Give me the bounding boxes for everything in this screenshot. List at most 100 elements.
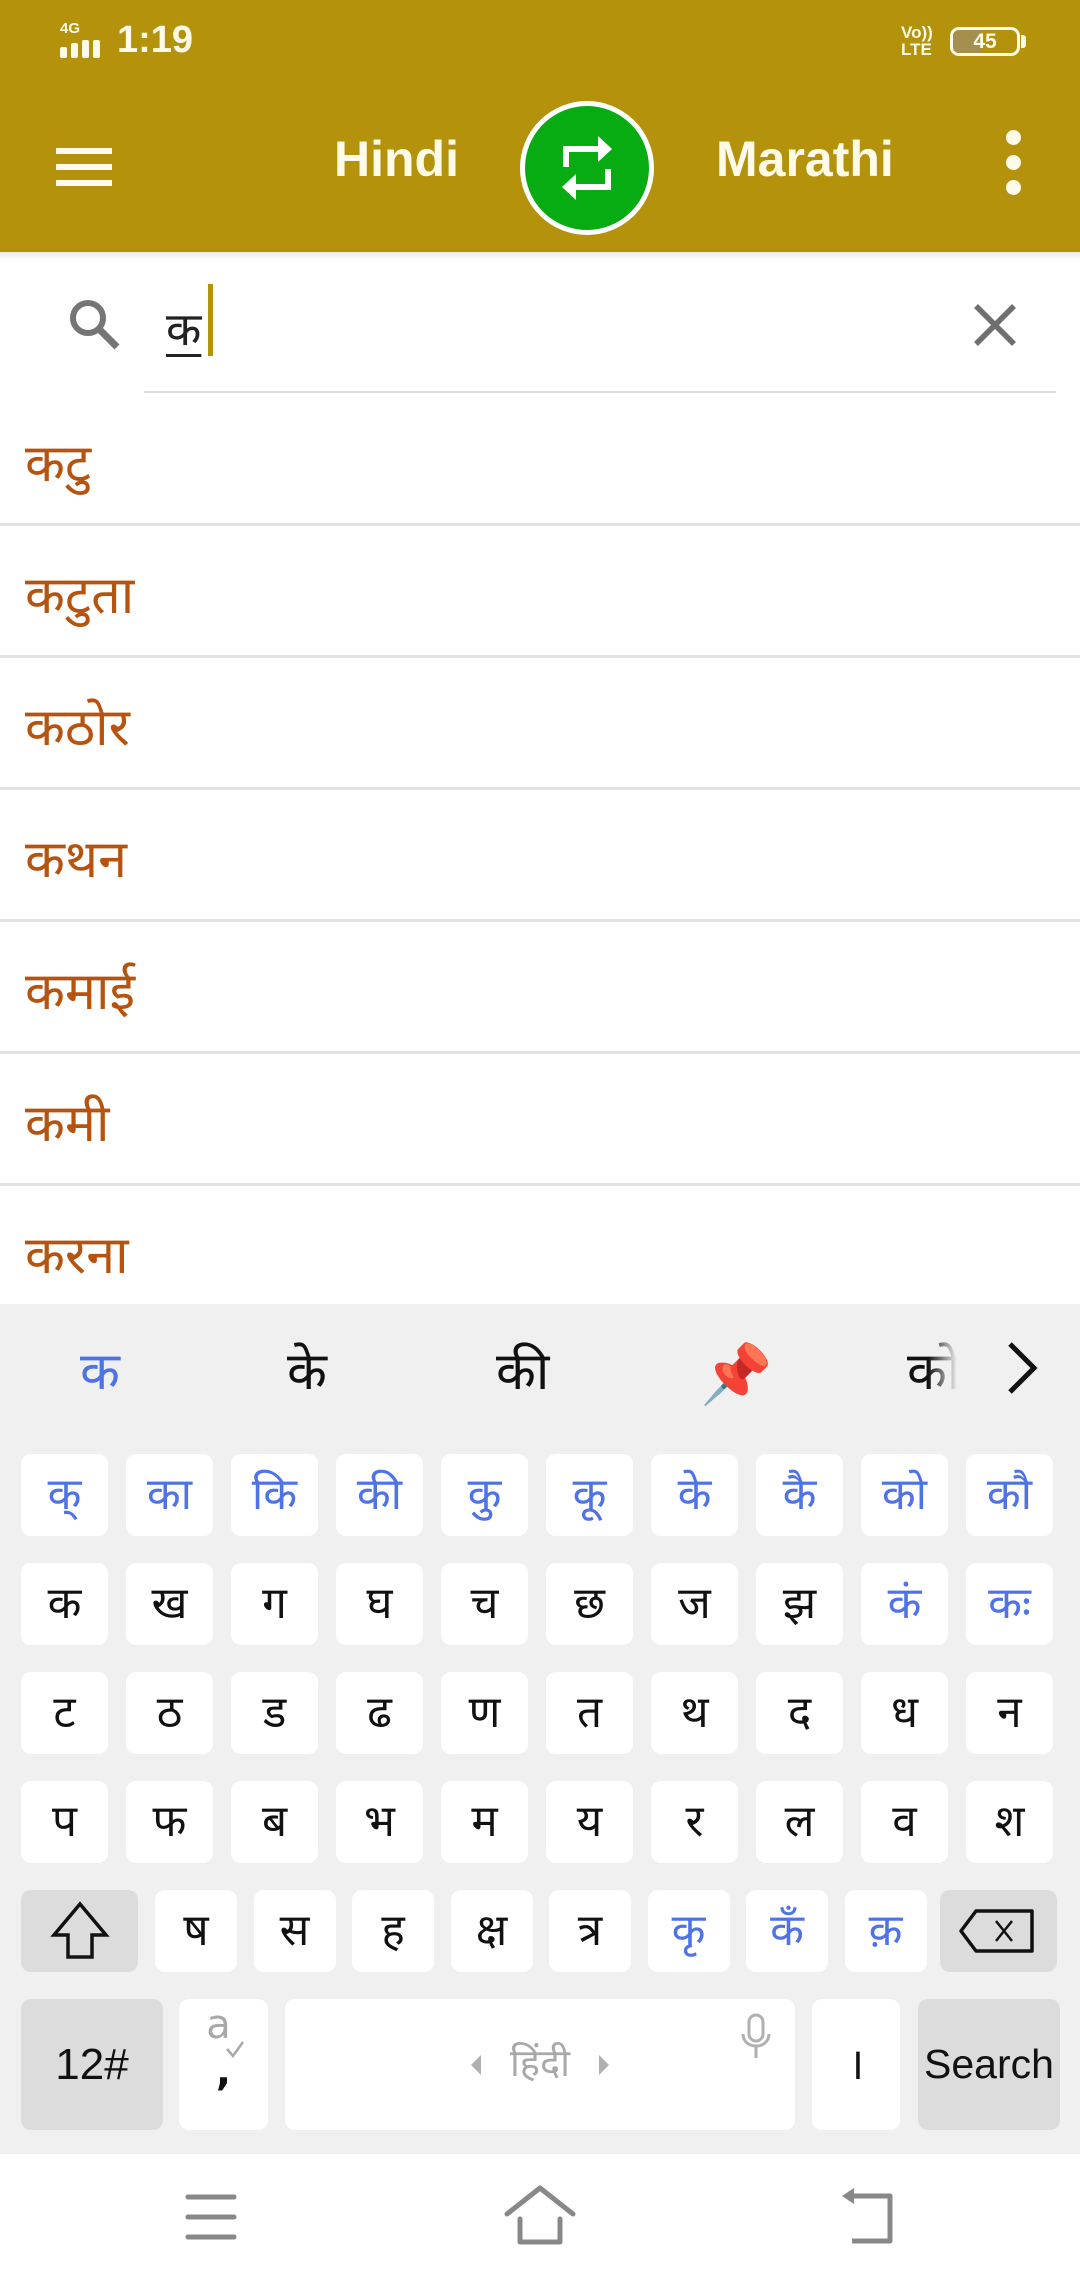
key-3-2[interactable]: ठ	[126, 1672, 213, 1754]
key-3-7[interactable]: थ	[651, 1672, 738, 1754]
key-1-10[interactable]: कौ	[966, 1454, 1053, 1536]
key-2-7[interactable]: ज	[651, 1563, 738, 1645]
key-4-5[interactable]: म	[441, 1781, 528, 1863]
result-item[interactable]: कमाई	[0, 922, 1080, 1054]
soft-keyboard: क के की 📌 को क् का कि की कु कू के कै को कौ क ख ग घ च छ ज झ कं क…	[0, 1304, 1080, 2154]
signal-strength-icon: 4G	[60, 20, 110, 58]
search-underline	[144, 391, 1056, 393]
result-item[interactable]: कमी	[0, 1054, 1080, 1186]
key-3-8[interactable]: द	[756, 1672, 843, 1754]
source-language-button[interactable]: Hindi	[334, 130, 459, 188]
suggestion-item[interactable]: को	[907, 1334, 960, 1405]
result-word: कमाई	[25, 962, 136, 1022]
key-1-4[interactable]: की	[336, 1454, 423, 1536]
key-1-9[interactable]: को	[861, 1454, 948, 1536]
result-word: कठोर	[25, 698, 130, 758]
target-language-button[interactable]: Marathi	[716, 130, 894, 188]
back-icon[interactable]	[830, 2182, 910, 2252]
key-3-1[interactable]: ट	[21, 1672, 108, 1754]
key-3-5[interactable]: ण	[441, 1672, 528, 1754]
search-bar	[0, 252, 1080, 393]
triangle-right-icon	[599, 2055, 609, 2075]
key-2-9[interactable]: कं	[861, 1563, 948, 1645]
search-input[interactable]	[166, 290, 866, 366]
key-5-8[interactable]: क़	[844, 1890, 927, 1972]
result-item[interactable]: करना	[0, 1186, 1080, 1318]
key-1-7[interactable]: के	[651, 1454, 738, 1536]
key-4-2[interactable]: फ	[126, 1781, 213, 1863]
swap-languages-button[interactable]	[520, 101, 654, 235]
comma-char: ,	[215, 2049, 232, 2095]
more-vertical-icon[interactable]	[990, 130, 1040, 206]
key-5-5[interactable]: त्र	[549, 1890, 631, 1972]
volte-line-1: Vo))	[901, 23, 933, 42]
clear-search-button[interactable]	[962, 292, 1028, 358]
result-item[interactable]: कठोर	[0, 658, 1080, 790]
key-4-1[interactable]: प	[21, 1781, 108, 1863]
key-4-8[interactable]: ल	[756, 1781, 843, 1863]
key-3-3[interactable]: ड	[231, 1672, 318, 1754]
key-4-3[interactable]: ब	[231, 1781, 318, 1863]
danda-key[interactable]: ।	[812, 1999, 900, 2130]
key-2-8[interactable]: झ	[756, 1563, 843, 1645]
space-key[interactable]: हिंदी	[285, 1999, 795, 2130]
key-5-3[interactable]: ह	[352, 1890, 434, 1972]
key-2-3[interactable]: ग	[231, 1563, 318, 1645]
key-2-10[interactable]: कः	[966, 1563, 1053, 1645]
key-3-10[interactable]: न	[966, 1672, 1053, 1754]
backspace-icon	[959, 1909, 1034, 1953]
result-word: कटुता	[25, 566, 135, 626]
key-1-2[interactable]: का	[126, 1454, 213, 1536]
home-icon[interactable]	[500, 2182, 580, 2252]
result-word: करना	[25, 1226, 129, 1286]
key-2-5[interactable]: च	[441, 1563, 528, 1645]
key-1-5[interactable]: कु	[441, 1454, 528, 1536]
comma-key[interactable]: a,	[179, 1999, 268, 2130]
key-1-6[interactable]: कू	[546, 1454, 633, 1536]
pin-clipboard-icon[interactable]: 📌	[700, 1340, 772, 1409]
key-5-6[interactable]: कृ	[647, 1890, 730, 1972]
text-cursor	[208, 284, 213, 356]
status-bar: 4G 1:19 Vo)) LTE 45	[0, 0, 1080, 84]
app-header: 4G 1:19 Vo)) LTE 45 Hindi Marathi	[0, 0, 1080, 252]
microphone-icon	[741, 2013, 771, 2058]
key-4-4[interactable]: भ	[336, 1781, 423, 1863]
suggestion-item[interactable]: की	[496, 1334, 549, 1405]
key-5-4[interactable]: क्ष	[450, 1890, 533, 1972]
key-1-8[interactable]: कै	[756, 1454, 843, 1536]
result-word: कमी	[25, 1094, 110, 1154]
network-type: 4G	[60, 20, 81, 37]
key-3-4[interactable]: ढ	[336, 1672, 423, 1754]
key-3-9[interactable]: ध	[861, 1672, 948, 1754]
key-4-7[interactable]: र	[651, 1781, 738, 1863]
key-4-9[interactable]: व	[861, 1781, 948, 1863]
result-item[interactable]: कटुता	[0, 526, 1080, 658]
recents-menu-icon[interactable]	[171, 2182, 251, 2252]
status-time: 1:19	[117, 19, 194, 61]
key-1-3[interactable]: कि	[231, 1454, 318, 1536]
key-1-1[interactable]: क्	[21, 1454, 108, 1536]
key-4-6[interactable]: य	[546, 1781, 633, 1863]
key-3-6[interactable]: त	[546, 1672, 633, 1754]
battery-icon: 45	[950, 27, 1020, 56]
key-5-1[interactable]: ष	[155, 1890, 237, 1972]
suggestion-item[interactable]: क	[80, 1334, 120, 1405]
hamburger-menu-icon[interactable]	[40, 128, 130, 208]
backspace-key[interactable]	[940, 1890, 1057, 1972]
close-icon	[974, 304, 1016, 346]
key-2-2[interactable]: ख	[126, 1563, 213, 1645]
key-4-10[interactable]: श	[966, 1781, 1053, 1863]
shift-key[interactable]	[21, 1890, 138, 1972]
symbols-key[interactable]: 12#	[21, 1999, 163, 2130]
search-action-key[interactable]: Search	[918, 1999, 1060, 2130]
chevron-right-icon[interactable]	[1002, 1338, 1042, 1398]
result-word: कटु	[25, 434, 92, 494]
key-2-1[interactable]: क	[21, 1563, 108, 1645]
suggestion-item[interactable]: के	[287, 1334, 327, 1405]
result-item[interactable]: कथन	[0, 790, 1080, 922]
key-5-2[interactable]: स	[253, 1890, 336, 1972]
result-item[interactable]: कटु	[0, 394, 1080, 526]
key-5-7[interactable]: कँ	[746, 1890, 828, 1972]
key-2-4[interactable]: घ	[336, 1563, 423, 1645]
key-2-6[interactable]: छ	[546, 1563, 633, 1645]
